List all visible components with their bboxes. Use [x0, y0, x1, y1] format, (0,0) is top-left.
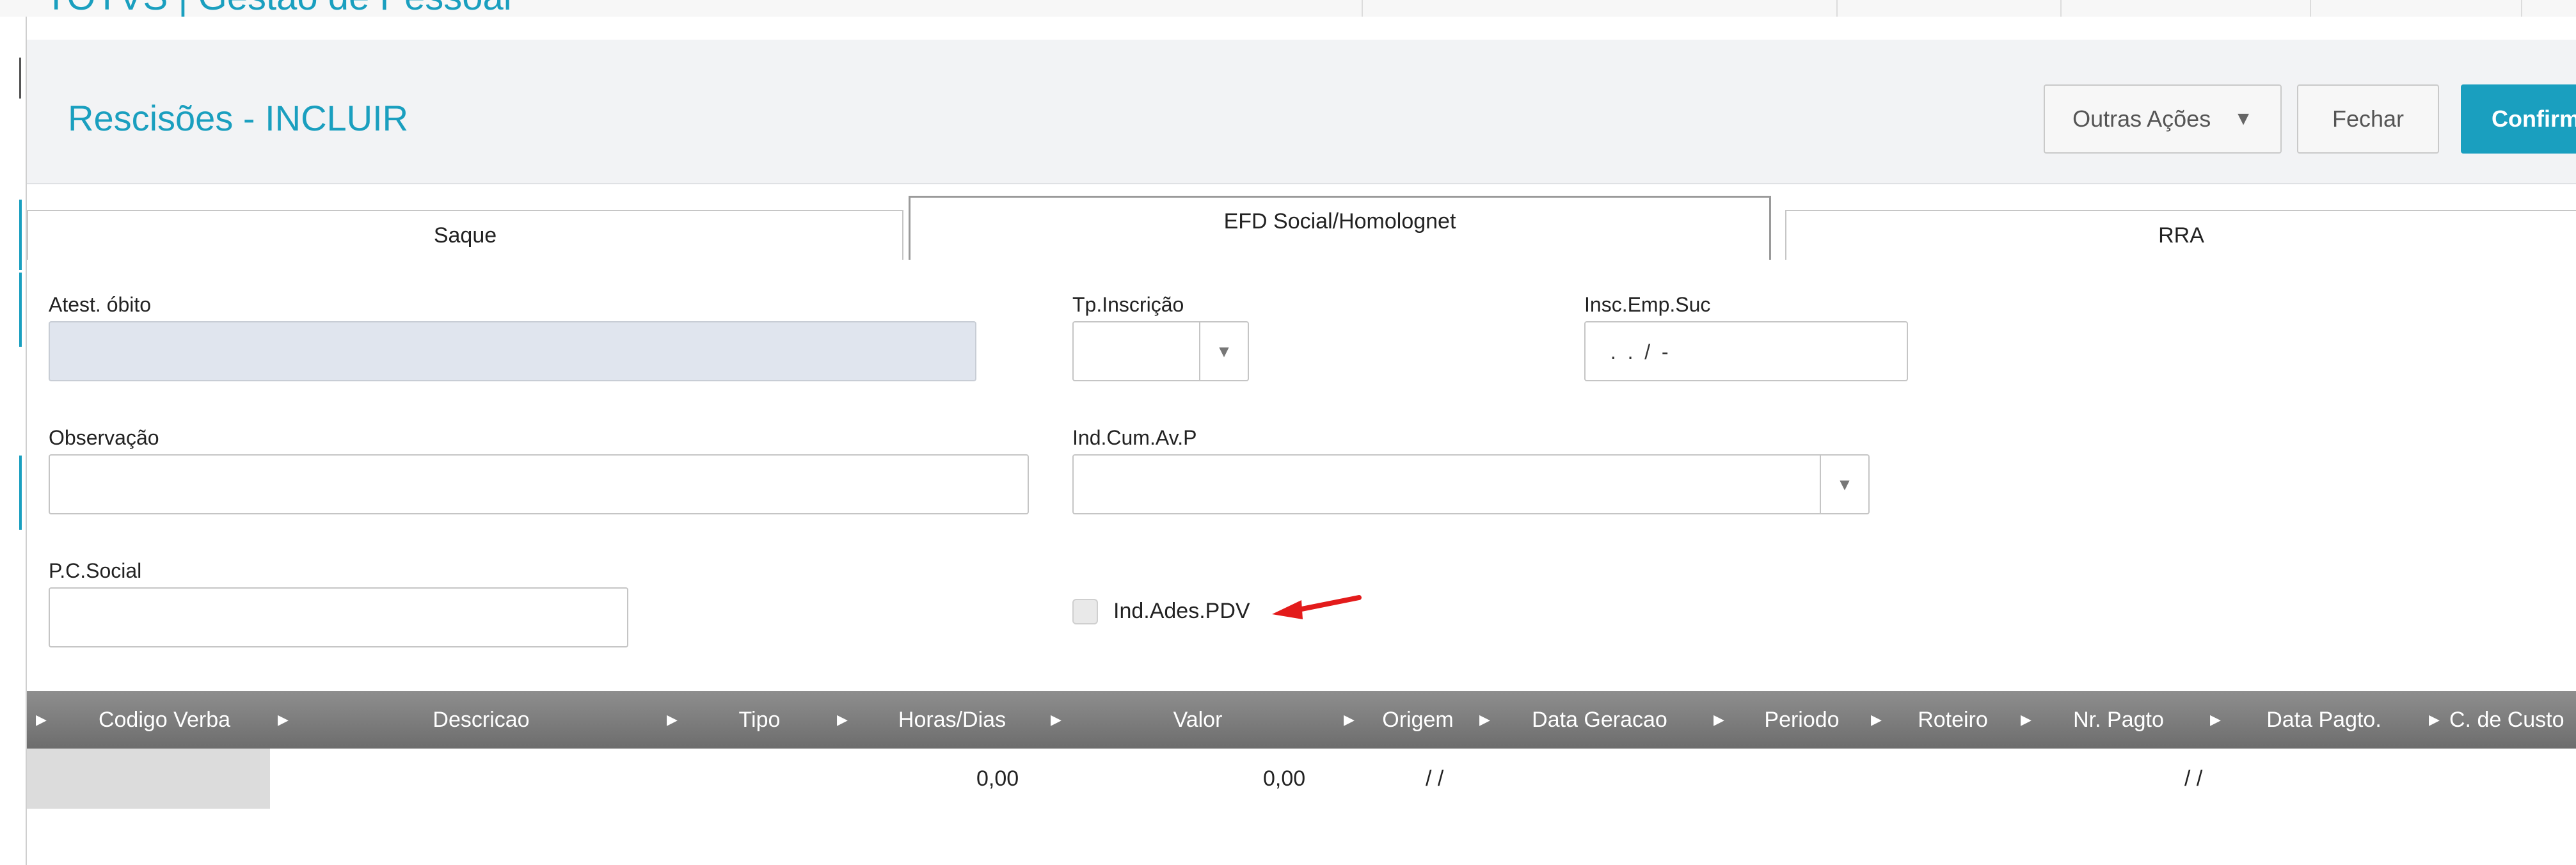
column-header-data-pagto[interactable]: Data Pagto.	[2228, 691, 2420, 749]
triangle-right-icon: ▶	[2021, 711, 2031, 727]
confirm-label: Confirm	[2492, 106, 2576, 132]
triangle-right-icon: ▶	[2210, 711, 2221, 727]
column-header-descricao[interactable]: Descricao	[296, 691, 667, 749]
rescisoes-dialog: Rescisões - INCLUIR Outras Ações ▼ Fecha…	[26, 17, 2576, 865]
insc-emp-suc-field[interactable]: . . / -	[1584, 321, 1908, 381]
chevron-down-icon[interactable]: ▼	[1199, 322, 1248, 380]
top-bar-divider	[1362, 0, 1363, 17]
selected-cell[interactable]	[27, 749, 270, 809]
triangle-right-icon: ▶	[36, 711, 47, 727]
triangle-right-icon: ▶	[278, 711, 289, 727]
observacao-label: Observação	[49, 426, 159, 449]
column-header-roteiro[interactable]: Roteiro	[1889, 691, 2017, 749]
tp-inscricao-label: Tp.Inscrição	[1072, 293, 1184, 316]
column-header-nr-pagto[interactable]: Nr. Pagto	[2039, 691, 2198, 749]
tab-efd-social-homolognet-label: EFD Social/Homolognet	[1223, 209, 1456, 234]
panel-edge-marker	[19, 456, 22, 530]
cell-valor: 0,00	[1263, 766, 1306, 791]
panel-edge-marker	[19, 200, 22, 270]
top-bar-divider	[2060, 0, 2062, 17]
panel-edge-marker	[19, 58, 21, 99]
confirm-button[interactable]: Confirm	[2461, 84, 2576, 154]
ind-ades-pdv-label: Ind.Ades.PDV	[1113, 599, 1250, 623]
top-bar-divider	[1836, 0, 1838, 17]
close-button[interactable]: Fechar	[2297, 84, 2439, 154]
red-arrow-icon	[1272, 595, 1362, 619]
triangle-right-icon: ▶	[1344, 711, 1355, 727]
triangle-right-icon: ▶	[1713, 711, 1724, 727]
tab-efd-social-homolognet[interactable]: EFD Social/Homolognet	[909, 196, 1771, 260]
tab-saque-label: Saque	[433, 223, 497, 248]
tab-rra-label: RRA	[2158, 223, 2204, 248]
app-title: TOTVS | Gestão de Pessoal	[45, 0, 512, 17]
table-row[interactable]: 0,00 0,00 / / / /	[27, 749, 2576, 809]
dialog-header: Rescisões - INCLUIR Outras Ações ▼ Fecha…	[27, 40, 2576, 184]
top-bar-divider	[2310, 0, 2311, 17]
panel-edge-marker	[19, 273, 22, 347]
cell-data-pagto: / /	[2184, 766, 2203, 791]
triangle-right-icon: ▶	[1871, 711, 1882, 727]
ind-cum-av-p-select[interactable]: ▼	[1072, 454, 1870, 514]
column-header-c-de-custo[interactable]: C. de Custo	[2449, 691, 2576, 749]
page-title: Rescisões - INCLUIR	[68, 98, 409, 138]
tp-inscricao-select[interactable]: ▼	[1072, 321, 1249, 381]
grid-header: ▶ Codigo Verba ▶ Descricao ▶ Tipo ▶ Hora…	[27, 691, 2576, 749]
cell-horas-dias: 0,00	[976, 766, 1019, 791]
column-header-data-geracao[interactable]: Data Geracao	[1497, 691, 1702, 749]
pc-social-field[interactable]	[49, 587, 628, 647]
atest-obito-field	[49, 321, 976, 381]
observacao-field[interactable]	[49, 454, 1029, 514]
cell-data-geracao: / /	[1426, 766, 1444, 791]
tab-rra[interactable]: RRA	[1785, 210, 2576, 260]
other-actions-label: Outras Ações	[2072, 106, 2211, 132]
background-panel	[0, 17, 26, 865]
column-header-valor[interactable]: Valor	[1070, 691, 1326, 749]
atest-obito-label: Atest. óbito	[49, 293, 152, 316]
top-bar-divider	[2521, 0, 2522, 17]
insc-emp-suc-label: Insc.Emp.Suc	[1584, 293, 1711, 316]
column-header-codigo-verba[interactable]: Codigo Verba	[52, 691, 276, 749]
other-actions-button[interactable]: Outras Ações ▼	[2044, 84, 2282, 154]
triangle-right-icon: ▶	[667, 711, 678, 727]
column-header-tipo[interactable]: Tipo	[686, 691, 833, 749]
column-header-origem[interactable]: Origem	[1360, 691, 1475, 749]
insc-emp-suc-value: . . / -	[1605, 340, 1669, 363]
chevron-down-icon[interactable]: ▼	[1820, 456, 1868, 513]
triangle-right-icon: ▶	[2429, 711, 2440, 727]
triangle-right-icon: ▶	[837, 711, 848, 727]
close-label: Fechar	[2332, 106, 2405, 132]
ind-ades-pdv-checkbox[interactable]	[1072, 599, 1098, 624]
app-top-bar: TOTVS | Gestão de Pessoal	[0, 0, 2576, 17]
triangle-right-icon: ▶	[1479, 711, 1490, 727]
column-header-periodo[interactable]: Periodo	[1731, 691, 1872, 749]
tab-saque[interactable]: Saque	[27, 210, 903, 260]
column-header-horas-dias[interactable]: Horas/Dias	[856, 691, 1048, 749]
ind-cum-av-p-label: Ind.Cum.Av.P	[1072, 426, 1197, 449]
triangle-right-icon: ▶	[1051, 711, 1061, 727]
pc-social-label: P.C.Social	[49, 559, 142, 582]
chevron-down-icon: ▼	[2234, 108, 2253, 129]
